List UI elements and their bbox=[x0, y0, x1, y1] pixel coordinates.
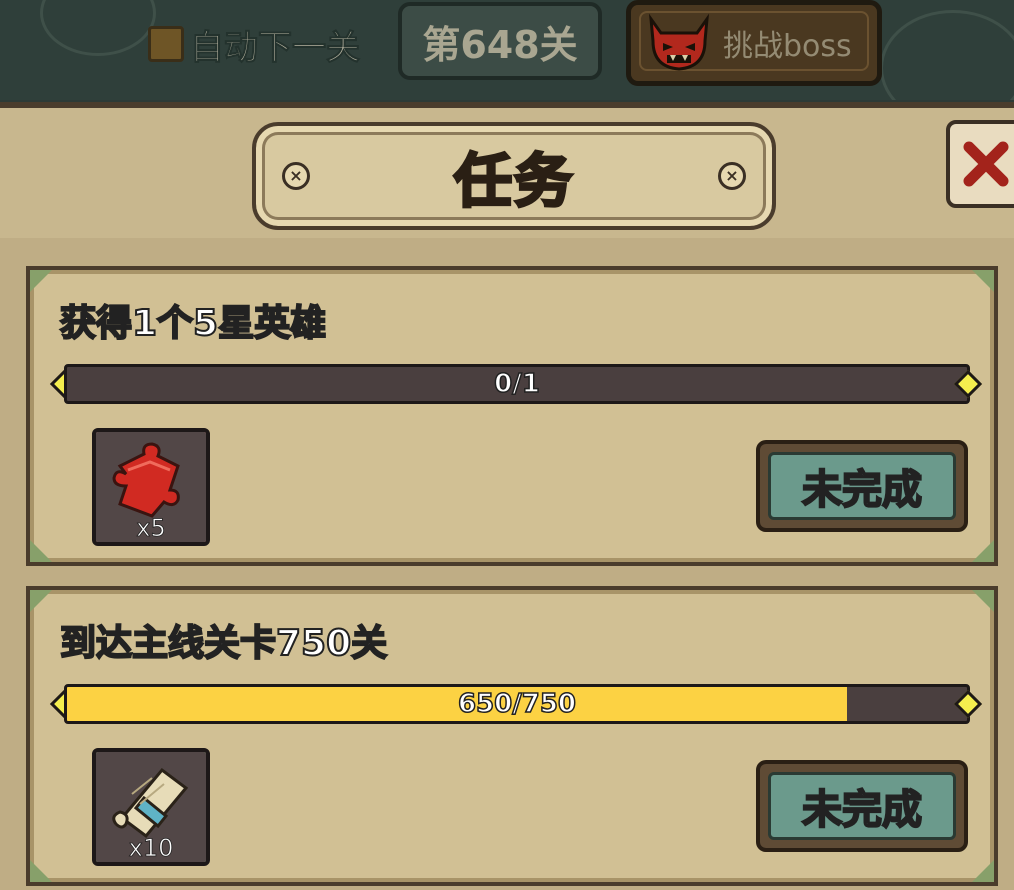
reward-quantity: x10 bbox=[128, 834, 174, 862]
task-title: 到达主线关卡750关 bbox=[59, 622, 388, 665]
auto-next-checkbox[interactable] bbox=[148, 26, 184, 62]
task-status-label: 未完成 bbox=[768, 772, 956, 840]
card-corner bbox=[30, 590, 52, 612]
task-card: 到达主线关卡750关 650/750 x10 未完成 bbox=[26, 586, 998, 886]
reward-quantity: x5 bbox=[136, 514, 166, 542]
task-progress-bar: 650/750 bbox=[64, 684, 970, 724]
card-corner bbox=[972, 270, 994, 292]
card-corner bbox=[30, 540, 52, 562]
stage-button[interactable]: 第648关 bbox=[398, 2, 602, 80]
reward-item[interactable]: x10 bbox=[92, 748, 210, 866]
task-title: 获得1个5星英雄 bbox=[59, 302, 327, 345]
dialog-title: 任务 bbox=[452, 146, 574, 217]
card-corner bbox=[30, 860, 52, 882]
reward-item[interactable]: x5 bbox=[92, 428, 210, 546]
card-corner bbox=[972, 860, 994, 882]
task-status-button[interactable]: 未完成 bbox=[756, 760, 968, 852]
background-sketch bbox=[40, 0, 156, 56]
progress-text: 0/1 bbox=[493, 368, 540, 400]
card-corner bbox=[972, 590, 994, 612]
bolt-icon: × bbox=[718, 162, 746, 190]
bolt-icon: × bbox=[282, 162, 310, 190]
task-progress-bar: 0/1 bbox=[64, 364, 970, 404]
task-card: 获得1个5星英雄 0/1 x5 未完成 bbox=[26, 266, 998, 566]
close-button[interactable] bbox=[946, 120, 1014, 208]
card-corner bbox=[30, 270, 52, 292]
auto-next-label: 自动下一关 bbox=[190, 27, 361, 68]
task-status-label: 未完成 bbox=[768, 452, 956, 520]
dialog-title-plate: × 任务 × bbox=[252, 122, 776, 230]
close-x-icon bbox=[963, 141, 1009, 187]
challenge-boss-label: 挑战boss bbox=[723, 29, 852, 64]
background-sketch bbox=[880, 10, 1014, 100]
progress-text: 650/750 bbox=[457, 688, 577, 720]
scroll-icon bbox=[112, 767, 189, 839]
red-puzzle-piece-icon bbox=[112, 442, 180, 518]
monster-face-icon bbox=[649, 13, 709, 71]
auto-next-toggle[interactable]: 自动下一关 bbox=[148, 22, 361, 68]
challenge-boss-button[interactable]: 挑战boss bbox=[626, 0, 882, 86]
task-status-button[interactable]: 未完成 bbox=[756, 440, 968, 532]
card-corner bbox=[972, 540, 994, 562]
